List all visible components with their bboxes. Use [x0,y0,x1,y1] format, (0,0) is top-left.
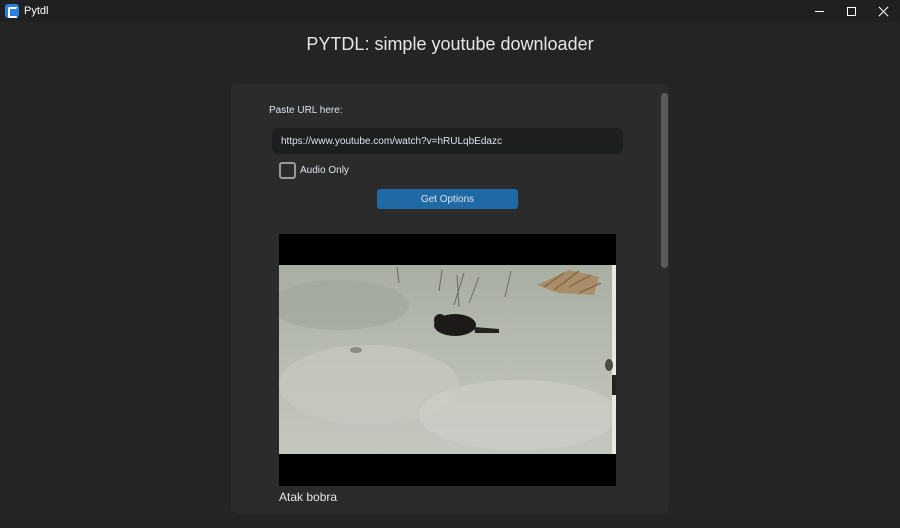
scrollbar-thumb[interactable] [661,93,668,268]
minimize-button[interactable] [802,0,836,22]
get-options-button[interactable]: Get Options [377,189,518,209]
maximize-button[interactable] [834,0,868,22]
window-titlebar: Pytdl [0,0,900,22]
minimize-icon [814,10,824,12]
close-icon [878,6,889,17]
window-title: Pytdl [24,5,49,17]
url-label: Paste URL here: [269,105,343,116]
audio-only-checkbox[interactable] [279,162,296,179]
video-frame-image [279,265,616,454]
url-input[interactable] [272,128,623,154]
app-icon [5,4,19,18]
maximize-icon [846,6,856,16]
audio-only-label[interactable]: Audio Only [300,165,349,176]
video-title: Atak bobra [279,490,338,504]
close-button[interactable] [866,0,900,22]
page-title: PYTDL: simple youtube downloader [306,34,594,54]
video-thumbnail [279,234,616,486]
